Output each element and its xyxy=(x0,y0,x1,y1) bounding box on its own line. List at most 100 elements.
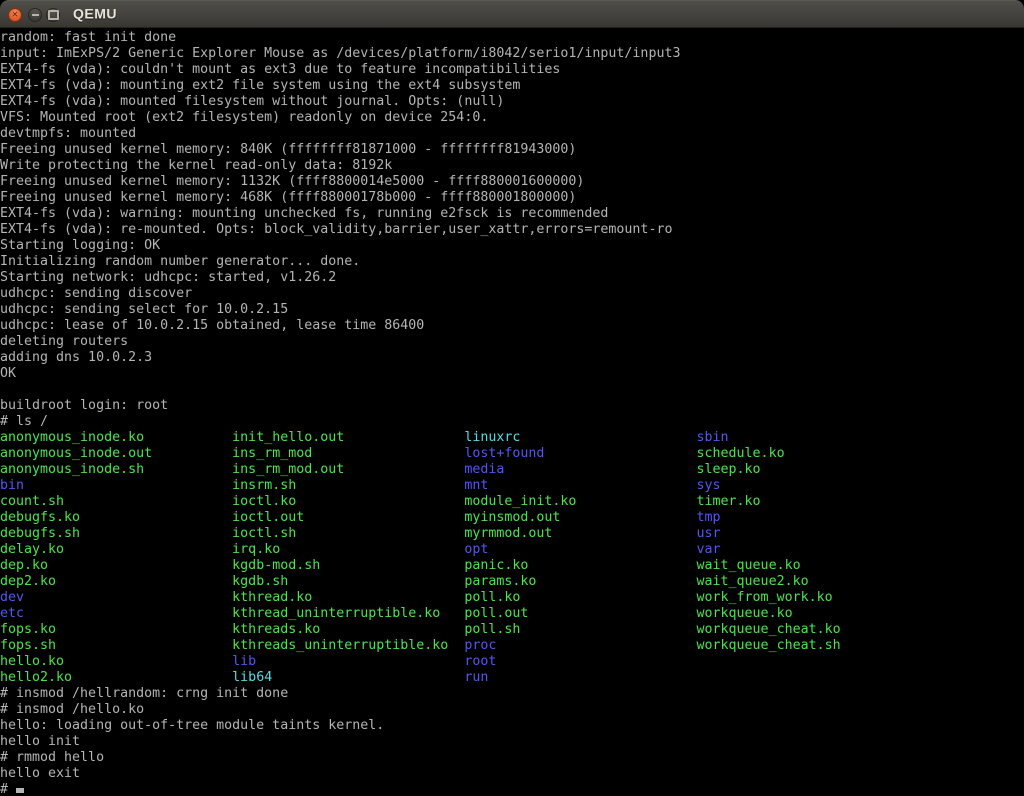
minimize-button[interactable] xyxy=(28,8,42,22)
terminal-line: EXT4-fs (vda): re-mounted. Opts: block_v… xyxy=(0,222,1024,238)
ls-entry: etc xyxy=(0,606,232,621)
terminal-line: udhcpc: sending discover xyxy=(0,286,1024,302)
ls-entry: hello.ko xyxy=(0,654,232,669)
ls-entry: sbin xyxy=(697,430,729,445)
ls-entry: myrmmod.out xyxy=(464,526,696,541)
terminal-line: EXT4-fs (vda): mounted filesystem withou… xyxy=(0,94,1024,110)
ls-output-row: fops.ko kthreads.ko poll.sh workqueue_ch… xyxy=(0,622,1024,638)
ls-entry: myinsmod.out xyxy=(464,510,696,525)
terminal-line: input: ImExPS/2 Generic Explorer Mouse a… xyxy=(0,46,1024,62)
ls-output-row: anonymous_inode.ko init_hello.out linuxr… xyxy=(0,430,1024,446)
ls-output-row: dep.ko kgdb-mod.sh panic.ko wait_queue.k… xyxy=(0,558,1024,574)
close-button[interactable]: ✕ xyxy=(8,8,22,22)
ls-entry: tmp xyxy=(697,510,721,525)
terminal-line: Starting network: udhcpc: started, v1.26… xyxy=(0,270,1024,286)
ls-entry: anonymous_inode.out xyxy=(0,446,232,461)
ls-entry: workqueue_cheat.sh xyxy=(697,638,841,653)
terminal-line: Write protecting the kernel read-only da… xyxy=(0,158,1024,174)
terminal-line: Starting logging: OK xyxy=(0,238,1024,254)
ls-output-row: count.sh ioctl.ko module_init.ko timer.k… xyxy=(0,494,1024,510)
ls-entry: fops.ko xyxy=(0,622,232,637)
ls-entry: kthread.ko xyxy=(232,590,464,605)
ls-entry: delay.ko xyxy=(0,542,232,557)
ls-entry: kthreads.ko xyxy=(232,622,464,637)
ls-entry: init_hello.out xyxy=(232,430,464,445)
ls-entry: wait_queue2.ko xyxy=(697,574,809,589)
terminal-line: udhcpc: lease of 10.0.2.15 obtained, lea… xyxy=(0,318,1024,334)
terminal-line: # rmmod hello xyxy=(0,750,1024,766)
ls-entry: sys xyxy=(697,478,721,493)
terminal-line: hello exit xyxy=(0,766,1024,782)
ls-entry: lost+found xyxy=(464,446,696,461)
ls-entry: bin xyxy=(0,478,232,493)
ls-entry: poll.sh xyxy=(464,622,696,637)
ls-entry: media xyxy=(464,462,696,477)
ls-entry: var xyxy=(697,542,721,557)
ls-entry: kthreads_uninterruptible.ko xyxy=(232,638,464,653)
terminal-line: devtmpfs: mounted xyxy=(0,126,1024,142)
terminal-line: # insmod /hellrandom: crng init done xyxy=(0,686,1024,702)
ls-entry: hello2.ko xyxy=(0,670,232,685)
ls-entry: sleep.ko xyxy=(697,462,761,477)
ls-output-row: hello.ko lib root xyxy=(0,654,1024,670)
terminal-line: deleting routers xyxy=(0,334,1024,350)
maximize-button[interactable] xyxy=(46,8,60,22)
terminal-line: # ls / xyxy=(0,414,1024,430)
ls-entry: kgdb.sh xyxy=(232,574,464,589)
ls-entry: schedule.ko xyxy=(697,446,785,461)
ls-entry: ins_rm_mod xyxy=(232,446,464,461)
shell-prompt: # xyxy=(0,782,16,796)
ls-entry: poll.out xyxy=(464,606,696,621)
ls-entry: debugfs.sh xyxy=(0,526,232,541)
terminal-screen[interactable]: random: fast init doneinput: ImExPS/2 Ge… xyxy=(0,28,1024,796)
ls-entry: dep2.ko xyxy=(0,574,232,589)
window-title: QEMU xyxy=(73,6,117,22)
ls-entry: kgdb-mod.sh xyxy=(232,558,464,573)
ls-output-row: bin insrm.sh mnt sys xyxy=(0,478,1024,494)
ls-output-row: dev kthread.ko poll.ko work_from_work.ko xyxy=(0,590,1024,606)
ls-entry: opt xyxy=(464,542,696,557)
terminal-line: EXT4-fs (vda): mounting ext2 file system… xyxy=(0,78,1024,94)
ls-entry: proc xyxy=(464,638,696,653)
terminal-line: buildroot login: root xyxy=(0,398,1024,414)
maximize-icon xyxy=(48,10,59,20)
ls-output-row: fops.sh kthreads_uninterruptible.ko proc… xyxy=(0,638,1024,654)
ls-output-row: anonymous_inode.out ins_rm_mod lost+foun… xyxy=(0,446,1024,462)
ls-entry: work_from_work.ko xyxy=(697,590,833,605)
ls-entry: fops.sh xyxy=(0,638,232,653)
ls-output-row: debugfs.ko ioctl.out myinsmod.out tmp xyxy=(0,510,1024,526)
ls-entry: run xyxy=(464,670,488,685)
window-titlebar: ✕ QEMU xyxy=(0,0,1024,28)
terminal-line: udhcpc: sending select for 10.0.2.15 xyxy=(0,302,1024,318)
ls-entry: workqueue_cheat.ko xyxy=(697,622,841,637)
ls-entry: ins_rm_mod.out xyxy=(232,462,464,477)
ls-entry: timer.ko xyxy=(697,494,761,509)
close-icon: ✕ xyxy=(12,10,18,20)
terminal-line: VFS: Mounted root (ext2 filesystem) read… xyxy=(0,110,1024,126)
terminal-line: Initializing random number generator... … xyxy=(0,254,1024,270)
ls-entry: panic.ko xyxy=(464,558,696,573)
ls-entry: ioctl.out xyxy=(232,510,464,525)
terminal-line: Freeing unused kernel memory: 1132K (fff… xyxy=(0,174,1024,190)
ls-entry: irq.ko xyxy=(232,542,464,557)
ls-entry: count.sh xyxy=(0,494,232,509)
ls-entry: linuxrc xyxy=(464,430,696,445)
terminal-line: # insmod /hello.ko xyxy=(0,702,1024,718)
terminal-line: hello: loading out-of-tree module taints… xyxy=(0,718,1024,734)
ls-entry: kthread_uninterruptible.ko xyxy=(232,606,464,621)
ls-entry: debugfs.ko xyxy=(0,510,232,525)
ls-output-row: debugfs.sh ioctl.sh myrmmod.out usr xyxy=(0,526,1024,542)
ls-entry: ioctl.sh xyxy=(232,526,464,541)
ls-entry: root xyxy=(464,654,496,669)
ls-entry: mnt xyxy=(464,478,696,493)
ls-output-row: etc kthread_uninterruptible.ko poll.out … xyxy=(0,606,1024,622)
ls-entry: usr xyxy=(697,526,721,541)
terminal-line: Freeing unused kernel memory: 840K (ffff… xyxy=(0,142,1024,158)
ls-entry: anonymous_inode.ko xyxy=(0,430,232,445)
ls-entry: dep.ko xyxy=(0,558,232,573)
ls-entry: workqueue.ko xyxy=(697,606,793,621)
prompt-line: # xyxy=(0,782,1024,796)
terminal-line: hello init xyxy=(0,734,1024,750)
terminal-line: random: fast init done xyxy=(0,30,1024,46)
ls-entry: params.ko xyxy=(464,574,696,589)
